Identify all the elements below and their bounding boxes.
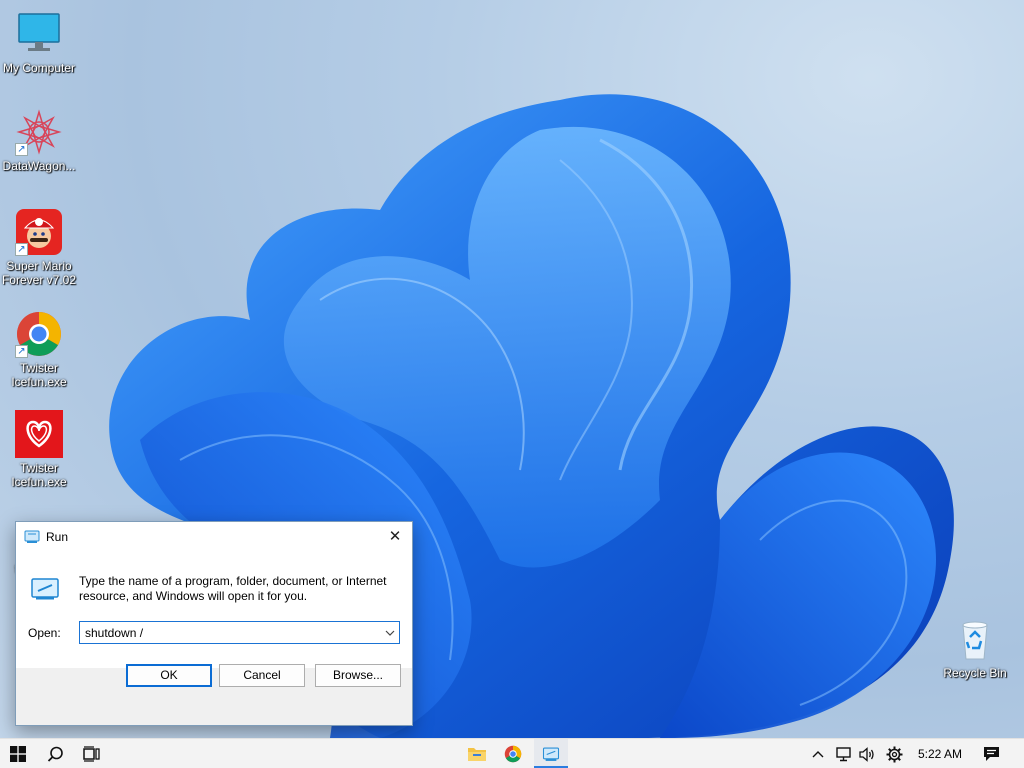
mario-icon: ↗ — [15, 208, 63, 256]
desktop-icon-twister-icefun[interactable]: Twister Icefun.exe — [0, 410, 78, 489]
icefun-icon — [15, 410, 63, 458]
open-input[interactable] — [80, 625, 381, 640]
task-view-icon[interactable] — [76, 739, 106, 768]
windows-start-icon[interactable] — [4, 739, 32, 768]
run-dialog: Run ✕ Type the name of a program, folder… — [15, 521, 413, 726]
desktop-icon-my-computer[interactable]: My Computer — [0, 10, 78, 75]
run-description: Type the name of a program, folder, docu… — [79, 574, 387, 603]
close-icon[interactable]: ✕ — [384, 527, 406, 547]
open-combobox[interactable] — [79, 621, 400, 644]
desktop-icon-recycle-bin[interactable]: Recycle Bin — [936, 615, 1014, 680]
chevron-up-icon[interactable] — [808, 739, 828, 768]
network-icon[interactable] — [832, 739, 854, 768]
run-dialog-title: Run — [46, 530, 69, 544]
run-icon — [24, 530, 40, 543]
volume-icon[interactable] — [856, 739, 878, 768]
desktop-icon-super-mario[interactable]: ↗ Super Mario Forever v7.02 — [0, 208, 78, 287]
file-explorer-icon[interactable] — [462, 739, 492, 768]
shortcut-arrow-icon: ↗ — [15, 143, 28, 156]
run-icon[interactable] — [534, 739, 568, 768]
open-label: Open: — [28, 626, 61, 640]
desktop-icon-twister-chrome[interactable]: ↗ Twister Icefun.exe — [0, 310, 78, 389]
run-titlebar[interactable]: Run ✕ — [16, 522, 412, 552]
ok-button[interactable]: OK — [126, 664, 212, 687]
taskbar-clock[interactable]: 5:22 AM — [912, 739, 968, 768]
settings-icon[interactable] — [882, 739, 906, 768]
notification-icon[interactable] — [978, 739, 1004, 768]
search-icon[interactable] — [40, 739, 70, 768]
chrome-icon[interactable] — [498, 739, 528, 768]
chrome-icon: ↗ — [15, 310, 63, 358]
shortcut-arrow-icon: ↗ — [15, 345, 28, 358]
recycle-bin-icon — [951, 615, 999, 663]
browse-button[interactable]: Browse... — [315, 664, 401, 687]
taskbar: 5:22 AM — [0, 738, 1024, 768]
run-program-icon — [31, 578, 59, 600]
datawagon-icon: ↗ — [15, 108, 63, 156]
chevron-down-icon[interactable] — [381, 622, 399, 643]
desktop-icon-datawagon[interactable]: ↗ DataWagon... — [0, 108, 78, 173]
monitor-icon — [15, 10, 63, 58]
cancel-button[interactable]: Cancel — [219, 664, 305, 687]
shortcut-arrow-icon: ↗ — [15, 243, 28, 256]
